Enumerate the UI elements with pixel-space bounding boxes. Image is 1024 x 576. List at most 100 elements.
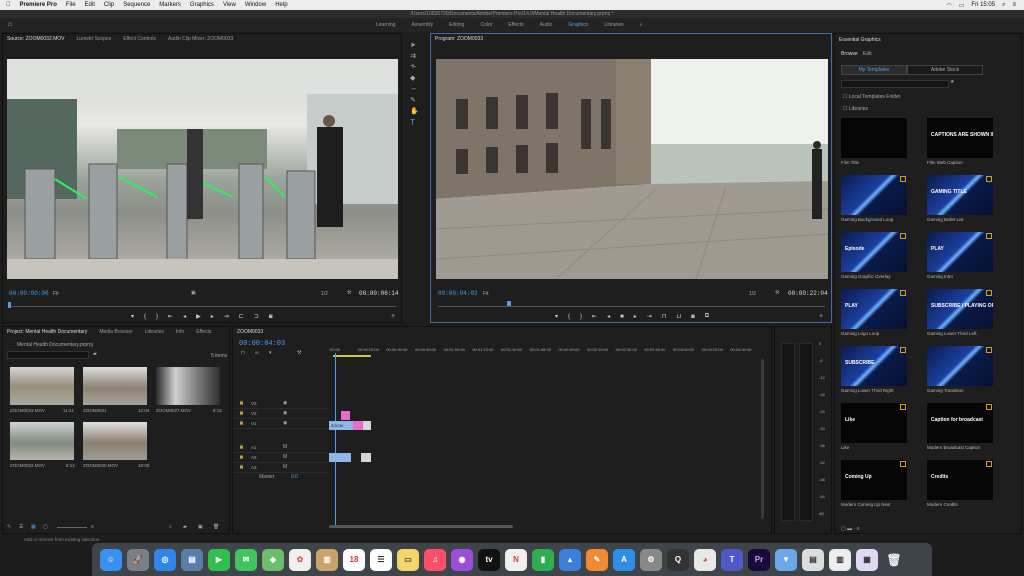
track-header-a1[interactable]: A1 🔒 M	[233, 443, 329, 453]
step-back-icon[interactable]: ◂	[607, 313, 610, 320]
tab-project[interactable]: Project: Mental Health Documentary	[7, 329, 87, 335]
lift-icon[interactable]: ⊓	[662, 313, 667, 320]
reminders-icon[interactable]: ☰	[370, 548, 392, 571]
mute-icon[interactable]: M	[283, 454, 287, 460]
mark-in-icon[interactable]: {	[568, 314, 570, 320]
home-icon[interactable]: ⌂	[8, 21, 15, 28]
export-frame-icon[interactable]: ◙	[269, 314, 273, 320]
battery-icon[interactable]: ▭	[959, 2, 965, 9]
zoom-slider[interactable]	[57, 527, 87, 528]
notes-icon[interactable]: ▥	[316, 548, 338, 571]
program-ratio-dropdown[interactable]: 1/2	[749, 291, 756, 297]
timeline-playhead[interactable]	[335, 353, 336, 525]
preview-icon[interactable]: ▤	[181, 548, 203, 571]
tab-browse[interactable]: Browse	[841, 51, 858, 57]
track-header-v1[interactable]: V1 🔒 ◉	[233, 419, 329, 429]
sort-icon[interactable]: ≡	[91, 524, 94, 530]
project-thumb-0[interactable]	[10, 367, 74, 405]
premiere-pro-icon[interactable]: Pr	[748, 548, 770, 571]
track-name[interactable]: A3	[251, 465, 257, 470]
add-marker-icon[interactable]: ▾	[131, 313, 134, 320]
lock-icon[interactable]: 🔒	[239, 400, 244, 405]
messages-icon[interactable]: ✉	[235, 548, 257, 571]
video-clip-v1[interactable]: ZOOM	[329, 421, 353, 430]
trash-icon[interactable]: 🗑	[213, 524, 219, 530]
wrench-icon[interactable]: ⚒	[347, 290, 351, 296]
menu-edit[interactable]: Edit	[85, 2, 95, 8]
mark-out-icon[interactable]: }	[580, 314, 582, 320]
source-timecode[interactable]: 00:00:00:00	[9, 290, 49, 297]
source-playhead[interactable]	[8, 302, 11, 308]
stickies-icon[interactable]: ▭	[397, 548, 419, 571]
ws-graphics[interactable]: Graphics	[568, 22, 588, 28]
template-thumbnail[interactable]	[841, 118, 907, 158]
project-thumb-4[interactable]	[83, 422, 147, 460]
new-bin-icon[interactable]: ▰	[93, 351, 97, 357]
template-thumbnail[interactable]	[841, 175, 907, 215]
pen-tool-icon[interactable]: ✎	[410, 96, 416, 104]
numbers-icon[interactable]: ▮	[532, 548, 554, 571]
project-thumb-2[interactable]	[156, 367, 220, 405]
essential-graphics-title[interactable]: Essential Graphics	[839, 37, 881, 43]
template-thumbnail[interactable]: Credits	[927, 460, 993, 500]
track-name[interactable]: V1	[251, 421, 257, 426]
audio-clip-a1-end[interactable]	[361, 453, 371, 462]
eye-icon[interactable]: ◉	[283, 400, 287, 406]
menu-icon[interactable]: ≡	[1012, 2, 1016, 8]
keynote-icon[interactable]: ▴	[559, 548, 581, 571]
timeline-timecode[interactable]: 00:00:04:03	[239, 340, 285, 348]
template-thumbnail[interactable]: PLAY	[841, 289, 907, 329]
work-area-bar[interactable]	[333, 355, 371, 357]
teams-icon[interactable]: T	[721, 548, 743, 571]
track-name[interactable]: V3	[251, 401, 257, 406]
add-marker-icon[interactable]: ▾	[269, 350, 272, 356]
template-thumbnail[interactable]: Coming Up	[841, 460, 907, 500]
program-scrubber[interactable]	[438, 306, 825, 307]
export-frame-icon[interactable]: ◙	[691, 314, 695, 320]
calendar-icon[interactable]: 18	[343, 548, 365, 571]
template-thumbnail[interactable]: Episode	[841, 232, 907, 272]
add-marker-icon[interactable]: ▾	[555, 313, 558, 320]
photos-icon[interactable]: ✿	[289, 548, 311, 571]
source-scrubber[interactable]	[9, 306, 396, 307]
overwrite-icon[interactable]: ⊐	[254, 313, 259, 320]
finder-icon[interactable]: ☺	[100, 548, 122, 571]
document-icon[interactable]: ▦	[856, 548, 878, 571]
tab-effect-controls[interactable]: Effect Controls	[123, 36, 156, 42]
mute-icon[interactable]: M	[283, 444, 287, 450]
menu-markers[interactable]: Markers	[159, 2, 181, 8]
my-templates-button[interactable]: My Templates	[841, 65, 907, 75]
go-to-in-icon[interactable]: ⇤	[168, 313, 173, 320]
templates-search-input[interactable]	[841, 80, 949, 88]
hand-tool-icon[interactable]: ✋	[410, 107, 419, 115]
tab-lumetri-scopes[interactable]: Lumetri Scopes	[77, 36, 112, 42]
source-fit-dropdown[interactable]: Fit	[53, 291, 59, 297]
track-name[interactable]: V2	[251, 411, 257, 416]
track-name[interactable]: A2	[251, 455, 257, 460]
tab-program[interactable]: Program: ZOOM0033	[435, 36, 483, 42]
ws-audio[interactable]: Audio	[540, 22, 553, 28]
program-add-button-icon[interactable]: +	[819, 313, 823, 320]
source-ratio-dropdown[interactable]: 1/2	[321, 291, 328, 297]
insert-icon[interactable]: ⊏	[239, 313, 244, 320]
video-clip-v1-white[interactable]	[363, 421, 371, 430]
program-fit-dropdown[interactable]: Fit	[483, 291, 489, 297]
template-thumbnail[interactable]: PLAY	[927, 232, 993, 272]
program-video-frame[interactable]	[436, 59, 828, 279]
menu-clip[interactable]: Clip	[104, 2, 114, 8]
document-icon[interactable]: ▤	[802, 548, 824, 571]
lock-icon[interactable]: 🔒	[239, 454, 244, 459]
system-preferences-icon[interactable]: ⚙	[640, 548, 662, 571]
ws-more[interactable]: »	[640, 22, 643, 28]
program-timecode[interactable]: 00:00:04:03	[438, 290, 478, 297]
trash-icon[interactable]: 🗑	[883, 549, 905, 571]
lock-icon[interactable]: 🔒	[239, 464, 244, 469]
news-icon[interactable]: N	[505, 548, 527, 571]
video-clip-v1-pink[interactable]	[353, 421, 363, 430]
menu-help[interactable]: Help	[275, 2, 287, 8]
safari-icon[interactable]: ◎	[154, 548, 176, 571]
template-thumbnail[interactable]	[927, 346, 993, 386]
template-thumbnail[interactable]: GAMING TITLE	[927, 175, 993, 215]
track-header-a3[interactable]: A3 🔒 M	[233, 463, 329, 473]
template-thumbnail[interactable]: Caption for broadcast	[927, 403, 993, 443]
